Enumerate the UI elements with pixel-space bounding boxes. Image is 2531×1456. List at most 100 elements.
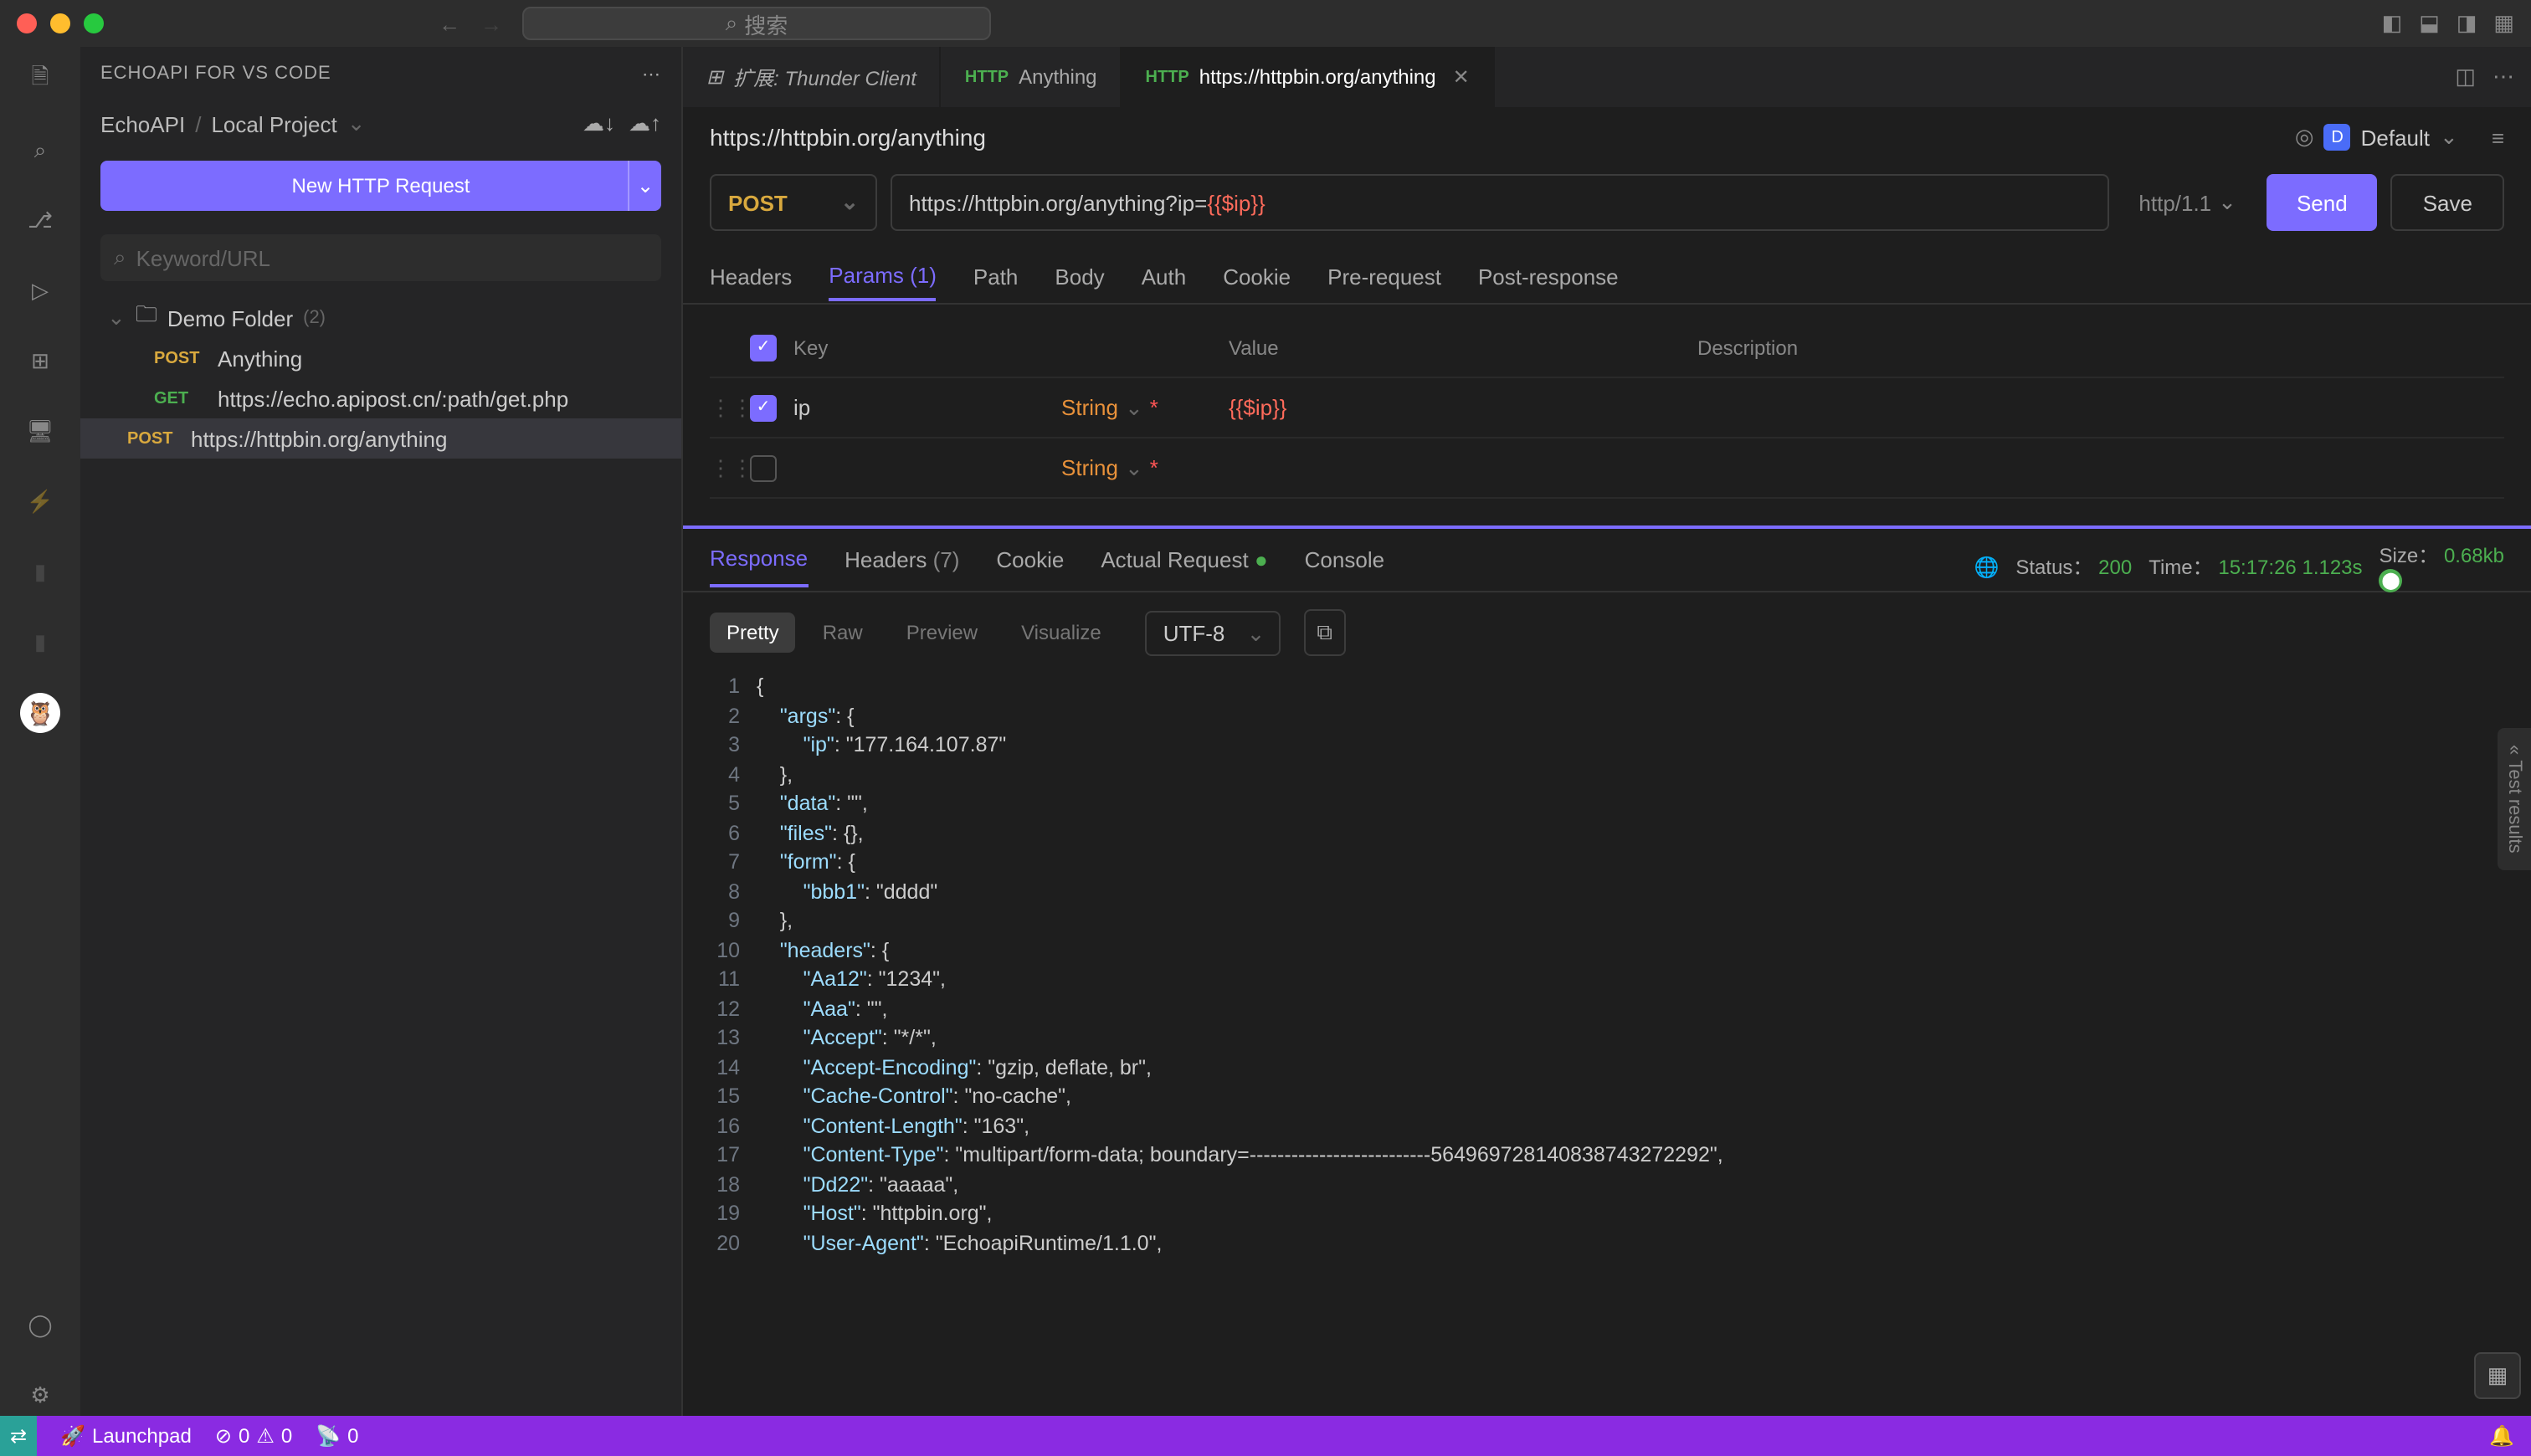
nav-back-icon[interactable]: ← — [439, 11, 460, 36]
new-request-dropdown[interactable]: ⌄ — [628, 161, 661, 211]
req-tab-cookie[interactable]: Cookie — [1223, 254, 1291, 300]
close-window[interactable] — [17, 13, 37, 33]
req-tab-path[interactable]: Path — [973, 254, 1019, 300]
tree-item[interactable]: POST Anything — [80, 338, 681, 378]
layout-left-icon[interactable]: ◧ — [2382, 10, 2403, 37]
environment-selector[interactable]: ◎ D Default ⌄ ≡ — [2295, 124, 2504, 151]
param-checkbox[interactable] — [750, 454, 777, 481]
explorer-icon[interactable]: 🗎 — [20, 60, 60, 100]
req-tab-postresp[interactable]: Post-response — [1478, 254, 1619, 300]
save-button[interactable]: Save — [2391, 174, 2504, 231]
breadcrumb-project[interactable]: Local Project — [211, 111, 336, 136]
block2-icon[interactable]: ▮ — [20, 623, 60, 663]
layout-toggle-button[interactable]: ▦ — [2474, 1352, 2521, 1399]
req-tab-body[interactable]: Body — [1055, 254, 1104, 300]
resp-tab-actual[interactable]: Actual Request ● — [1101, 547, 1267, 586]
remote-icon[interactable]: 🖥 — [20, 412, 60, 452]
param-row-empty[interactable]: ⋮⋮ String ⌄ * — [710, 438, 2504, 499]
encoding-select[interactable]: UTF-8 ⌄ — [1145, 610, 1281, 655]
tab-anything[interactable]: HTTP Anything — [942, 47, 1122, 107]
nav-arrows: ← → — [439, 11, 502, 36]
breadcrumb: EchoAPI / Local Project ⌄ ☁︎↓ ☁︎↑ — [80, 100, 681, 147]
test-results-tab[interactable]: « Test results — [2498, 728, 2531, 870]
maximize-window[interactable] — [84, 13, 104, 33]
chevron-down-icon[interactable]: ⌄ — [347, 110, 366, 137]
request-name[interactable]: https://httpbin.org/anything — [710, 124, 986, 151]
tree-item-active[interactable]: POST https://httpbin.org/anything — [80, 418, 681, 459]
req-tab-headers[interactable]: Headers — [710, 254, 792, 300]
drag-handle-icon[interactable]: ⋮⋮ — [710, 394, 733, 421]
response-tabs: Response Headers (7) Cookie Actual Reque… — [683, 529, 2531, 592]
breadcrumb-root[interactable]: EchoAPI — [100, 111, 185, 136]
copy-icon[interactable]: ⧉ — [1303, 609, 1346, 656]
search-icon[interactable]: ⌕ — [20, 131, 60, 171]
tree-item[interactable]: GET https://echo.apipost.cn/:path/get.ph… — [80, 378, 681, 418]
param-type-select[interactable]: String ⌄ * — [1061, 394, 1212, 421]
protocol-select[interactable]: http/1.1 ⌄ — [2122, 174, 2253, 231]
send-button[interactable]: Send — [2267, 174, 2378, 231]
http-icon: HTTP — [1146, 68, 1189, 86]
echoapi-icon[interactable]: 🦉 — [20, 693, 60, 733]
run-debug-icon[interactable]: ▷ — [20, 271, 60, 311]
resp-tab-response[interactable]: Response — [710, 546, 808, 587]
command-search[interactable]: ⌕ 搜索 — [522, 7, 991, 40]
status-bar: ⇄ 🚀 Launchpad ⊘ 0 ⚠ 0 📡 0 🔔 — [0, 1416, 2531, 1456]
layout-bottom-icon[interactable]: ⬓ — [2419, 10, 2440, 37]
layout-right-icon[interactable]: ◨ — [2457, 10, 2477, 37]
target-icon: ◎ — [2295, 124, 2314, 151]
source-control-icon[interactable]: ⎇ — [20, 201, 60, 241]
response-meta: 🌐 Status： 200 Time： 15:17:26 1.123s Size… — [1974, 541, 2504, 592]
sidebar-more-icon[interactable]: ⋯ — [642, 63, 661, 85]
resp-tab-cookie[interactable]: Cookie — [996, 547, 1064, 586]
globe-icon: 🌐 — [1974, 555, 1999, 578]
block1-icon[interactable]: ▮ — [20, 552, 60, 592]
close-tab-icon[interactable]: ✕ — [1453, 65, 1470, 89]
thunder-icon[interactable]: ⚡ — [20, 482, 60, 522]
response-body[interactable]: 1{2 "args": {3 "ip": "177.164.107.87"4 }… — [683, 673, 2531, 1416]
extensions-icon[interactable]: ⊞ — [20, 341, 60, 382]
settings-gear-icon[interactable]: ⚙ — [20, 1376, 60, 1416]
req-tab-prereq[interactable]: Pre-request — [1327, 254, 1441, 300]
url-input[interactable]: https://httpbin.org/anything?ip={{$ip}} — [891, 174, 2108, 231]
resp-tab-headers[interactable]: Headers (7) — [845, 547, 959, 586]
account-icon[interactable]: ◯ — [20, 1305, 60, 1346]
req-tab-params[interactable]: Params (1) — [829, 253, 937, 301]
view-visualize[interactable]: Visualize — [1004, 613, 1118, 653]
errors-count[interactable]: ⊘ 0 ⚠ 0 — [215, 1424, 292, 1448]
ports-count[interactable]: 📡 0 — [316, 1424, 358, 1448]
param-checkbox[interactable]: ✓ — [750, 394, 777, 421]
param-row[interactable]: ⋮⋮ ✓ ip String ⌄ * {{$ip}} — [710, 378, 2504, 438]
layout-grid-icon[interactable]: ▦ — [2493, 10, 2514, 37]
menu-icon[interactable]: ≡ — [2492, 125, 2504, 150]
minimize-window[interactable] — [50, 13, 70, 33]
size-info-icon[interactable]: ⬤ — [2380, 569, 2403, 592]
view-pretty[interactable]: Pretty — [710, 613, 796, 653]
view-preview[interactable]: Preview — [890, 613, 994, 653]
cloud-down-icon[interactable]: ☁︎↓ — [583, 110, 615, 137]
split-editor-icon[interactable]: ◫ — [2455, 64, 2476, 90]
bell-icon[interactable]: 🔔 — [2489, 1424, 2514, 1448]
nav-forward-icon[interactable]: → — [480, 11, 502, 36]
params-header: ✓ Key Value Description — [710, 318, 2504, 378]
chevron-down-icon: ⌄ — [2218, 189, 2236, 216]
new-http-request-button[interactable]: New HTTP Request ⌄ — [100, 161, 661, 211]
drag-handle-icon[interactable]: ⋮⋮ — [710, 454, 733, 481]
remote-indicator[interactable]: ⇄ — [0, 1416, 37, 1456]
launchpad-button[interactable]: 🚀 Launchpad — [60, 1424, 192, 1448]
view-raw[interactable]: Raw — [806, 613, 880, 653]
activity-bar: 🗎 ⌕ ⎇ ▷ ⊞ 🖥 ⚡ ▮ ▮ 🦉 ◯ ⚙ — [0, 47, 80, 1416]
chevron-left-icon: « — [2504, 745, 2524, 755]
method-select[interactable]: POST ⌄ — [710, 174, 877, 231]
sidebar-search[interactable]: ⌕ Keyword/URL — [100, 234, 661, 281]
param-key[interactable]: ip — [793, 395, 1045, 420]
cloud-up-icon[interactable]: ☁︎↑ — [629, 110, 661, 137]
check-all[interactable]: ✓ — [750, 334, 777, 361]
tab-httpbin[interactable]: HTTP https://httpbin.org/anything ✕ — [1122, 47, 1495, 107]
more-icon[interactable]: ⋯ — [2492, 64, 2514, 90]
folder-row[interactable]: ⌄ 🗀 Demo Folder (2) — [80, 298, 681, 338]
param-type-select[interactable]: String ⌄ * — [1061, 454, 1212, 481]
param-value[interactable]: {{$ip}} — [1229, 395, 1681, 420]
resp-tab-console[interactable]: Console — [1305, 547, 1384, 586]
req-tab-auth[interactable]: Auth — [1142, 254, 1187, 300]
tab-thunder[interactable]: ⊞ 扩展: Thunder Client — [683, 47, 942, 107]
